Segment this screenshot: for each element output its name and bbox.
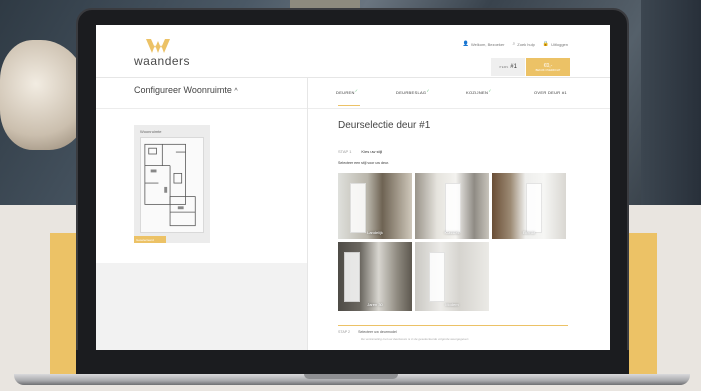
cart-label: ITEMS <box>499 65 509 69</box>
style-tile-caption: Klassiek <box>444 230 460 235</box>
door-image <box>445 183 461 233</box>
welcome-label: Welkom, Bezoeker <box>470 41 505 47</box>
step-1-subtitle: Selecteer een stijl voor uw deur. <box>338 161 389 165</box>
style-tile-klassiek[interactable]: Klassiek <box>415 173 489 239</box>
style-tile-landelijk[interactable]: Landelijk <box>338 173 412 239</box>
tab-deuren[interactable]: DEUREN✓ <box>336 88 359 95</box>
tab-over-deur-label: OVER DEUR #1 <box>534 90 567 95</box>
search-icon: ⌕ <box>512 41 516 47</box>
logo-icon[interactable] <box>146 39 170 53</box>
page-title: Deurselectie deur #1 <box>338 120 431 131</box>
step-divider <box>338 325 568 326</box>
check-icon: ✓ <box>426 88 430 93</box>
background-shadow <box>641 0 701 205</box>
logout-link[interactable]: 🔒 Uitloggen <box>543 41 568 47</box>
logo-text[interactable]: waanders <box>134 54 190 68</box>
step-tabs: DEUREN✓ DEURBESLAG✓ KOZIJNEN✓ OVER DEUR … <box>336 85 610 105</box>
left-divider <box>96 108 307 109</box>
user-icon: 👤 <box>462 41 469 47</box>
door-image <box>429 252 445 302</box>
step-2-subtitle: De verzameling met uw deurkeuze is in de… <box>361 337 469 341</box>
panel-divider <box>307 78 308 350</box>
floor-plan-card[interactable]: Woonruimte Geselecteerd <box>134 125 210 243</box>
price-sub: BEKIJK OVERZICHT <box>535 68 561 72</box>
cart-button[interactable]: ITEMS #1 <box>491 58 525 76</box>
tab-kozijnen-label: KOZIJNEN <box>466 90 489 95</box>
tab-deurbeslag[interactable]: DEURBESLAG✓ <box>396 88 430 95</box>
door-image <box>526 183 542 233</box>
tab-kozijnen[interactable]: KOZIJNEN✓ <box>466 88 492 95</box>
cart-count: #1 <box>510 64 517 70</box>
laptop-notch <box>304 374 398 379</box>
tabs-divider <box>308 108 610 109</box>
style-tile-modern[interactable]: Modern <box>415 242 489 311</box>
step-1-heading: STAP 1 Kies uw stijl <box>338 149 382 154</box>
door-image <box>350 183 366 233</box>
step-2-title: Selecteer uw deurmodel <box>358 330 397 334</box>
lock-icon: 🔒 <box>542 41 550 47</box>
style-tile-caption: Modern <box>445 302 459 307</box>
configure-title[interactable]: Configureer Woonruimte ^ <box>134 85 238 95</box>
style-tile-jaren-30[interactable]: Jaren 30 <box>338 242 412 311</box>
style-tile-caption: Landelijk <box>367 230 383 235</box>
left-panel-footer <box>96 263 307 350</box>
style-tile-caption: Elferde <box>522 230 536 235</box>
welcome-link[interactable]: 👤 Welkom, Bezoeker <box>463 41 505 47</box>
check-icon: ✓ <box>488 88 492 93</box>
help-label: Zoek hulp <box>517 41 535 47</box>
style-tile-caption: Jaren 30 <box>367 302 383 307</box>
top-links: 👤 Welkom, Bezoeker ⌕ Zoek hulp 🔒 Uitlogg… <box>463 41 568 47</box>
site-header: waanders 👤 Welkom, Bezoeker ⌕ Zoek hulp … <box>96 25 610 77</box>
step-1-title: Kies uw stijl <box>361 149 383 154</box>
logout-label: Uitloggen <box>551 41 568 47</box>
step-2-heading: STAP 2 Selecteer uw deurmodel <box>338 330 397 334</box>
active-tab-indicator <box>338 105 360 106</box>
style-tile-elferde[interactable]: Elferde <box>492 173 566 239</box>
help-link[interactable]: ⌕ Zoek hulp <box>512 41 534 47</box>
tab-deurbeslag-label: DEURBESLAG <box>396 90 427 95</box>
price-overview-button[interactable]: €0,- BEKIJK OVERZICHT <box>526 58 570 76</box>
step-1-label: STAP 1 <box>338 149 352 154</box>
step-2-label: STAP 2 <box>338 330 351 334</box>
floor-plan-badge: Geselecteerd <box>134 236 166 243</box>
chevron-up-icon: ^ <box>234 88 238 95</box>
tab-over-deur[interactable]: OVER DEUR #1 <box>534 90 567 95</box>
check-icon: ✓ <box>354 88 359 93</box>
floor-plan-label: Woonruimte <box>140 129 162 134</box>
floor-plan-image <box>140 137 204 233</box>
laptop-chin <box>76 350 629 376</box>
configure-title-text: Configureer Woonruimte <box>134 85 232 95</box>
laptop-screen: waanders 👤 Welkom, Bezoeker ⌕ Zoek hulp … <box>96 25 610 350</box>
tab-deuren-label: DEUREN <box>336 90 355 95</box>
door-image <box>344 252 360 302</box>
